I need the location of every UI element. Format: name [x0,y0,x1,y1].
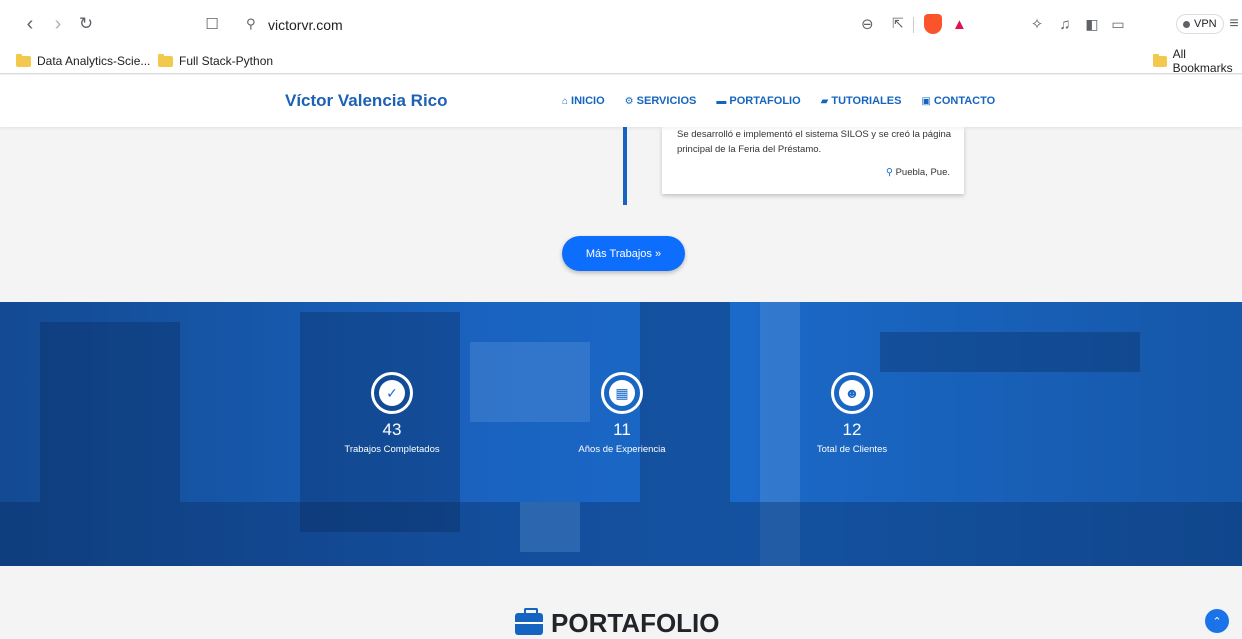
stat-value: 12 [842,420,862,439]
nav-menu: ⌂ INICIO ⚙ SERVICIOS ▬ PORTAFOLIO ▰ TUTORIAL… [562,95,995,107]
nav-label: CONTACTO [933,95,996,107]
book-icon: ▰ [820,95,829,107]
vpn-button[interactable]: VPN [1176,14,1224,34]
timeline-card-text: Se desarrolló e implementó el sistema SI… [677,129,952,155]
contact-card-icon: ▣ [921,95,931,107]
site-settings-icon[interactable]: ⚲ [246,16,256,32]
nav-label: SERVICIOS [636,95,697,107]
forward-icon[interactable]: › [46,12,70,36]
nav-item-inicio[interactable]: ⌂ INICIO [562,95,605,107]
portfolio-heading: PORTAFOLIO [515,607,720,639]
stat-experience: ▦ 11 Años de Experiencia [542,372,702,455]
site-navbar: Víctor Valencia Rico ⌂ INICIO ⚙ SERVICIOS … [0,75,1242,127]
timeline-card-location: ⚲ Puebla, Pue. [886,167,950,178]
check-circle-icon: ✓ [371,372,413,414]
zoom-icon[interactable]: ⊖ [861,15,874,33]
wallet-icon[interactable]: ▭ [1106,12,1130,36]
share-icon[interactable]: ⇱ [892,15,904,32]
stat-label: Total de Clientes [816,444,888,455]
nav-item-portafolio[interactable]: ▬ PORTAFOLIO [716,95,800,107]
bg-shape [880,332,1140,372]
bg-shape [40,322,180,502]
cogs-icon: ⚙ [624,95,634,107]
bg-shape [520,502,580,552]
stats-banner: ✓ 43 Trabajos Completados ▦ 11 Años de E… [0,302,1242,566]
extensions-icon[interactable]: ✧ [1025,12,1049,36]
bookmark-label: Full Stack-Python [179,54,274,68]
stat-value: 11 [613,420,631,439]
map-marker-icon: ⚲ [885,167,893,178]
address-bar[interactable]: ⚲ victorvr.com ⊖ ⇱ ▲ [236,11,988,39]
divider [913,17,914,33]
menu-icon[interactable]: ≡ [1222,12,1242,36]
folder-icon [158,53,173,67]
nav-label: INICIO [571,95,605,107]
nav-item-servicios[interactable]: ⚙ SERVICIOS [625,95,697,107]
timeline-line [623,127,627,205]
scroll-to-top-button[interactable]: ⌃ [1205,609,1229,633]
stat-value: 43 [382,420,402,439]
folder-icon [16,53,31,67]
portfolio-title: PORTAFOLIO [551,608,720,638]
bookmark-label: All Bookmarks [1172,47,1233,75]
all-bookmarks[interactable]: All Bookmarks [1153,47,1242,75]
brave-rewards-icon[interactable]: ▲ [952,16,967,33]
browser-toolbar: ‹ › ↻ ☐ ⚲ victorvr.com ⊖ ⇱ ▲ ✧ ♫ ◧ ▭ VPN… [0,0,1242,48]
location-label: Puebla, Pue. [895,167,950,178]
bookmark-icon[interactable]: ☐ [200,12,224,36]
timeline-card: Se desarrolló e implementó el sistema SI… [662,127,964,194]
bookmark-data-analytics[interactable]: Data Analytics-Scie... [16,52,150,70]
sidebar-icon[interactable]: ◧ [1080,12,1104,36]
users-icon: ☻ [831,372,873,414]
stat-clients: ☻ 12 Total de Clientes [772,372,932,455]
briefcase-icon: ▬ [716,95,727,107]
portfolio-section: PORTAFOLIO ⌃ [0,566,1242,639]
nav-item-tutoriales[interactable]: ▰ TUTORIALES [821,95,902,107]
calendar-icon: ▦ [601,372,643,414]
stat-completed: ✓ 43 Trabajos Completados [312,372,472,455]
bookmarks-bar: Data Analytics-Scie... Full Stack-Python… [0,47,1242,75]
bg-shape [0,502,1242,566]
folder-icon [1153,53,1167,67]
reload-icon[interactable]: ↻ [74,12,98,36]
stat-label: Trabajos Completados [344,444,440,455]
url-text: victorvr.com [268,17,343,33]
timeline-section: Se desarrolló e implementó el sistema SI… [0,127,1242,302]
brave-shields-icon[interactable] [924,14,942,34]
vpn-status-icon [1183,20,1190,28]
bookmark-full-stack[interactable]: Full Stack-Python [158,52,273,70]
more-works-button[interactable]: Más Trabajos » [562,236,685,271]
nav-label: PORTAFOLIO [729,95,801,107]
home-icon: ⌂ [562,95,569,107]
briefcase-icon [515,607,543,635]
site-brand[interactable]: Víctor Valencia Rico [285,91,448,111]
nav-item-contacto[interactable]: ▣ CONTACTO [921,95,995,107]
stat-label: Años de Experiencia [578,444,666,455]
bookmark-label: Data Analytics-Scie... [37,54,151,68]
media-icon[interactable]: ♫ [1053,12,1077,36]
back-icon[interactable]: ‹ [18,12,42,36]
vpn-label: VPN [1194,18,1217,30]
nav-label: TUTORIALES [831,95,902,107]
